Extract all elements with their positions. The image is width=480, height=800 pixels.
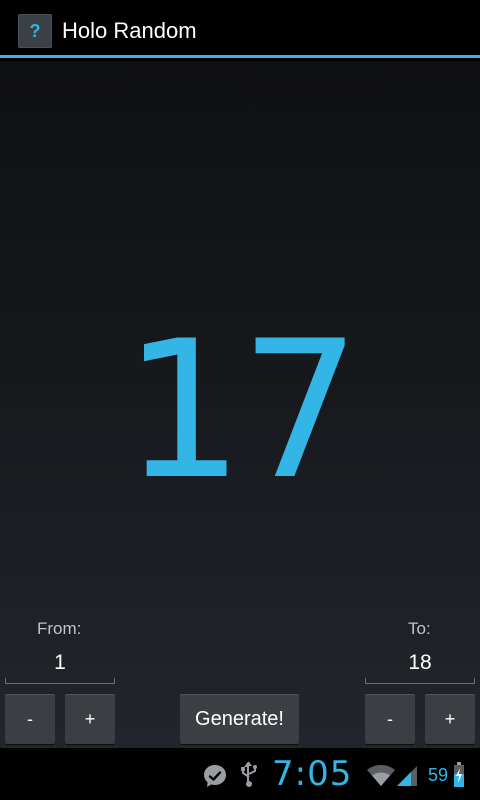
battery-level: 59 <box>428 765 449 785</box>
main-content: 17 From: 1 To: 18 - + Generate! - + <box>0 61 480 748</box>
app-screen: ? Holo Random 17 From: 1 To: 18 - + Gene… <box>0 0 480 800</box>
battery-charging-icon <box>453 762 465 793</box>
status-time: 7:05 <box>272 754 353 794</box>
to-label: To: <box>408 619 431 638</box>
random-result: 17 <box>123 300 361 521</box>
app-icon[interactable]: ? <box>18 14 52 48</box>
to-increment-button[interactable]: + <box>425 694 475 744</box>
from-increment-button[interactable]: + <box>65 694 115 744</box>
from-field[interactable]: 1 <box>5 648 115 678</box>
from-label: From: <box>37 619 82 638</box>
from-field-underline <box>5 678 115 684</box>
app-title: Holo Random <box>62 18 197 43</box>
signal-icon <box>395 764 419 793</box>
to-field[interactable]: 18 <box>365 648 475 678</box>
action-bar-divider <box>0 55 480 58</box>
action-bar: ? Holo Random <box>0 0 480 58</box>
wifi-icon <box>366 764 396 793</box>
usb-icon <box>238 760 260 795</box>
messenger-icon <box>202 763 228 794</box>
to-decrement-button[interactable]: - <box>365 694 415 744</box>
generate-button[interactable]: Generate! <box>180 694 299 744</box>
status-bar: 7:05 59 <box>0 748 480 800</box>
to-field-underline <box>365 678 475 684</box>
from-decrement-button[interactable]: - <box>5 694 55 744</box>
